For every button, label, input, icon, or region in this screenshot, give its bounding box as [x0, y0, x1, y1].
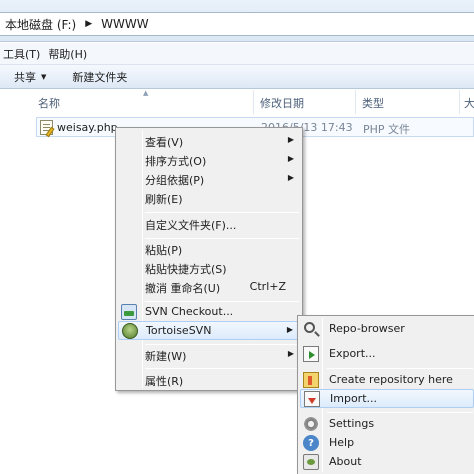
- column-divider[interactable]: [253, 90, 254, 114]
- chevron-down-icon: ▼: [41, 72, 47, 81]
- submenu-arrow-icon: ▶: [287, 135, 294, 144]
- menu-bar: 工具(T) 帮助(H): [0, 43, 474, 65]
- address-segment-drive[interactable]: 本地磁盘 (F:): [2, 16, 79, 33]
- menu-item-view[interactable]: 查看(V) ▶: [118, 132, 300, 151]
- menu-item-export[interactable]: Export...: [300, 345, 474, 364]
- menu-item-customize-folder[interactable]: 自定义文件夹(F)...: [118, 215, 300, 234]
- column-header: ▲ 名称 修改日期 类型 大: [0, 89, 474, 114]
- undo-shortcut: Ctrl+Z: [249, 280, 286, 293]
- menu-item-refresh[interactable]: 刷新(E): [118, 189, 300, 208]
- menu-item-settings[interactable]: Settings: [300, 415, 474, 434]
- column-divider[interactable]: [459, 90, 460, 114]
- column-name[interactable]: 名称: [38, 95, 60, 111]
- new-folder-label: 新建文件夹: [72, 70, 128, 84]
- magnifier-icon: [304, 322, 315, 333]
- menu-separator: [145, 368, 299, 369]
- menu-item-svn-checkout[interactable]: SVN Checkout...: [118, 303, 300, 322]
- column-divider[interactable]: [355, 90, 356, 114]
- menu-separator: [145, 212, 299, 213]
- file-type: PHP 文件: [363, 123, 411, 136]
- context-menu: 查看(V) ▶ 排序方式(O) ▶ 分组依据(P) ▶ 刷新(E) 自定义文件夹…: [115, 127, 303, 391]
- menu-item-sort-by[interactable]: 排序方式(O) ▶: [118, 151, 300, 170]
- menu-item-paste[interactable]: 粘贴(P): [118, 240, 300, 259]
- submenu-arrow-icon: ▶: [287, 173, 294, 182]
- menu-item-group-by[interactable]: 分组依据(P) ▶: [118, 170, 300, 189]
- menu-item-new[interactable]: 新建(W) ▶: [118, 346, 300, 365]
- php-file-icon: [40, 120, 55, 138]
- address-segment-folder[interactable]: WWWW: [98, 17, 151, 31]
- menu-item-undo-rename[interactable]: 撤消 重命名(U) Ctrl+Z: [118, 278, 300, 297]
- menu-item-help[interactable]: ? Help: [300, 434, 474, 453]
- menu-tools[interactable]: 工具(T): [2, 46, 47, 62]
- sort-up-icon: ▲: [143, 89, 149, 97]
- menu-item-create-repository[interactable]: Create repository here: [300, 371, 474, 390]
- tortoisesvn-submenu: Repo-browser Export... Create repository…: [297, 315, 474, 474]
- menu-separator: [145, 301, 299, 302]
- menu-item-paste-shortcut[interactable]: 粘贴快捷方式(S): [118, 259, 300, 278]
- menu-item-repo-browser[interactable]: Repo-browser: [300, 320, 474, 339]
- submenu-arrow-icon: ▶: [287, 154, 294, 163]
- breadcrumb-separator-icon[interactable]: ▶: [79, 19, 98, 29]
- create-repository-icon: [303, 372, 319, 388]
- column-type[interactable]: 类型: [362, 95, 384, 111]
- menu-item-tortoisesvn[interactable]: TortoiseSVN ▶: [118, 321, 300, 340]
- export-icon: [303, 346, 319, 362]
- menu-help[interactable]: 帮助(H): [47, 46, 94, 62]
- menu-separator: [145, 238, 299, 239]
- file-name: weisay.php: [57, 121, 118, 134]
- command-toolbar: 共享 ▼ 新建文件夹: [0, 65, 474, 89]
- tortoise-icon: [122, 323, 138, 339]
- submenu-arrow-icon: ▶: [286, 325, 293, 334]
- import-icon: [304, 391, 320, 407]
- column-size[interactable]: 大: [464, 95, 474, 111]
- column-modified[interactable]: 修改日期: [260, 95, 304, 111]
- menu-separator: [327, 368, 473, 369]
- address-box[interactable]: 本地磁盘 (F:) ▶ WWWW: [0, 12, 474, 36]
- gear-icon: [303, 416, 319, 432]
- about-icon: [303, 454, 319, 470]
- new-folder-button[interactable]: 新建文件夹: [72, 69, 127, 85]
- menu-separator: [145, 344, 299, 345]
- share-button[interactable]: 共享 ▼: [14, 69, 46, 85]
- svn-checkout-icon: [121, 304, 137, 320]
- menu-separator: [327, 412, 473, 413]
- menu-item-import[interactable]: Import...: [300, 389, 474, 408]
- share-label: 共享: [14, 70, 36, 84]
- menu-item-about[interactable]: About: [300, 453, 474, 472]
- help-icon: ?: [303, 435, 319, 451]
- address-bar: 本地磁盘 (F:) ▶ WWWW: [0, 0, 474, 42]
- menu-item-properties[interactable]: 属性(R): [118, 371, 300, 390]
- submenu-arrow-icon: ▶: [287, 349, 294, 358]
